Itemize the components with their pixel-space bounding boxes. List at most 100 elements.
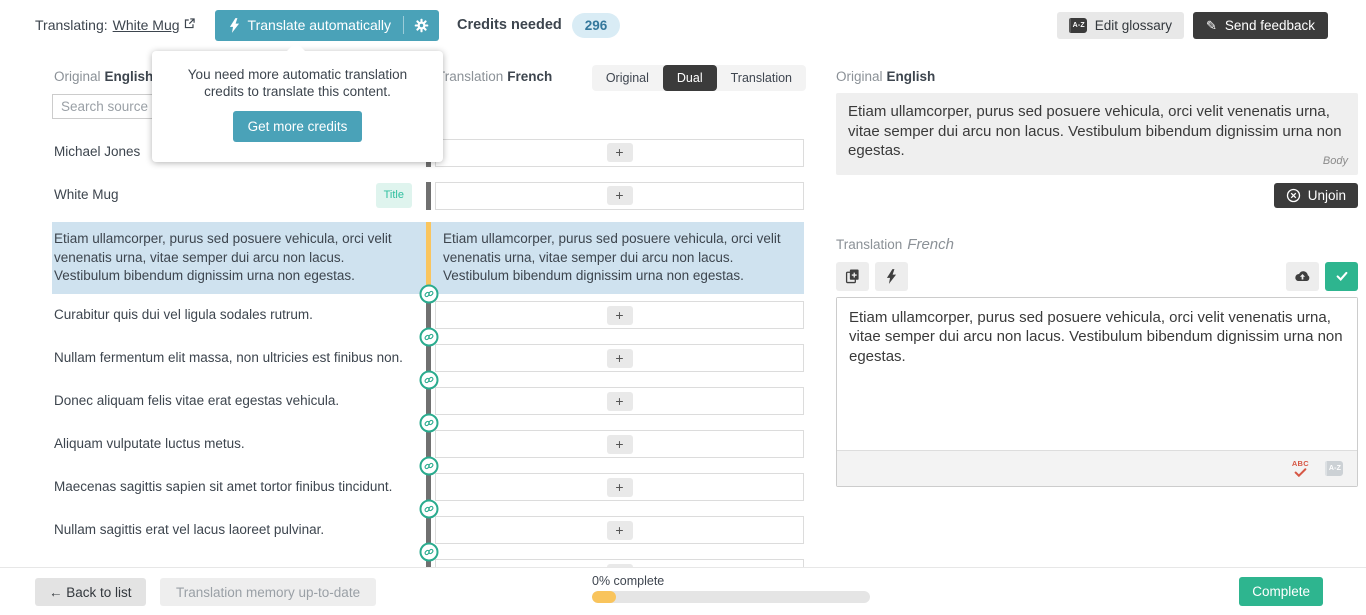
empty-translation-box: +: [435, 387, 804, 415]
link-segments-icon[interactable]: [419, 370, 438, 389]
source-column-header: Original English: [54, 69, 153, 84]
link-segments-icon[interactable]: [419, 413, 438, 432]
original-text: Etiam ullamcorper, purus sed posuere veh…: [848, 103, 1342, 159]
title-badge: Title: [376, 183, 412, 208]
send-feedback-button[interactable]: ✎ Send feedback: [1193, 12, 1328, 39]
check-icon: [1335, 269, 1349, 283]
segment-list: Michael Jones + White Mug Title + Etiam u…: [52, 131, 804, 595]
empty-translation-box: +: [435, 301, 804, 329]
approve-translation-button[interactable]: [1325, 262, 1358, 291]
editor-footer: ABC A-Z: [837, 450, 1357, 486]
translation-language: French: [907, 236, 954, 253]
view-mode-translation[interactable]: Translation: [717, 65, 806, 91]
empty-translation-box: +: [435, 473, 804, 501]
add-translation-button[interactable]: +: [607, 435, 633, 454]
send-feedback-label: Send feedback: [1225, 18, 1315, 33]
translation-memory-status-button: Translation memory up-to-date: [160, 578, 376, 606]
source-text: Curabitur quis dui vel ligula sodales ru…: [54, 306, 313, 325]
empty-translation-box: +: [435, 430, 804, 458]
machine-translate-button[interactable]: [875, 262, 908, 291]
edit-glossary-label: Edit glossary: [1095, 18, 1172, 33]
link-segments-icon[interactable]: [419, 327, 438, 346]
source-language: English: [105, 69, 154, 84]
spellcheck-icon[interactable]: ABC: [1292, 460, 1309, 477]
view-mode-original[interactable]: Original: [592, 65, 663, 91]
unjoin-button[interactable]: Unjoin: [1274, 183, 1358, 208]
target-label: Translation: [437, 69, 503, 84]
translate-automatically-label: Translate automatically: [248, 17, 391, 33]
credits-count-badge: 296: [572, 13, 621, 38]
get-more-credits-button[interactable]: Get more credits: [233, 111, 363, 142]
cloud-upload-icon: [1294, 270, 1311, 283]
translation-textarea[interactable]: Etiam ullamcorper, purus sed posuere veh…: [837, 298, 1357, 450]
original-label: Original: [836, 69, 883, 84]
progress-fill: [592, 591, 616, 603]
link-segments-icon[interactable]: [419, 542, 438, 561]
complete-button[interactable]: Complete: [1239, 577, 1323, 606]
segment-row-selected[interactable]: Etiam ullamcorper, purus sed posuere veh…: [52, 222, 804, 294]
edit-glossary-button[interactable]: A-Z Edit glossary: [1057, 12, 1184, 39]
popover-arrow: [286, 42, 306, 52]
row-divider: [422, 174, 435, 217]
add-translation-button[interactable]: +: [607, 478, 633, 497]
add-translation-button[interactable]: +: [607, 143, 633, 162]
source-label: Original: [54, 69, 101, 84]
glossary-book-icon: A-Z: [1069, 18, 1087, 33]
progress-section: 0% complete: [592, 574, 870, 603]
unjoin-icon: [1286, 188, 1301, 203]
document-link[interactable]: White Mug: [113, 17, 180, 33]
bolt-icon: [229, 18, 240, 33]
original-language: English: [887, 69, 936, 84]
translation-label: Translation: [836, 237, 902, 252]
source-text: Nullam sagittis erat vel lacus laoreet p…: [54, 521, 324, 540]
empty-translation-box: +: [435, 516, 804, 544]
copy-source-button[interactable]: [836, 262, 869, 291]
pencil-icon: ✎: [1206, 19, 1217, 32]
view-mode-toggle: Original Dual Translation: [592, 65, 806, 91]
topbar: Translating: White Mug Translate automat…: [0, 0, 1366, 50]
translate-automatically-button[interactable]: Translate automatically: [215, 10, 439, 41]
popover-message: You need more automatic translation cred…: [170, 66, 425, 100]
empty-translation-box: +: [435, 182, 804, 210]
unjoin-row: Unjoin: [836, 183, 1358, 208]
credits-popover: You need more automatic translation cred…: [152, 51, 443, 162]
view-mode-dual[interactable]: Dual: [663, 65, 717, 91]
translation-editor: Etiam ullamcorper, purus sed posuere veh…: [836, 297, 1358, 487]
source-text: Michael Jones: [54, 143, 140, 162]
add-translation-button[interactable]: +: [607, 186, 633, 205]
target-column-header: Translation French: [437, 69, 552, 84]
bottombar: ← Back to list Translation memory up-to-…: [0, 567, 1366, 615]
credits-needed-label: Credits needed: [457, 17, 562, 33]
link-segments-icon[interactable]: [419, 284, 438, 303]
add-translation-button[interactable]: +: [607, 392, 633, 411]
source-text: Aliquam vulputate luctus metus.: [54, 435, 245, 454]
empty-translation-box: +: [435, 139, 804, 167]
save-to-memory-button[interactable]: [1286, 262, 1319, 291]
source-text: Donec aliquam felis vitae erat egestas v…: [54, 392, 339, 411]
link-segments-icon[interactable]: [419, 456, 438, 475]
translation-editor-app: Translating: White Mug Translate automat…: [0, 0, 1366, 615]
source-text: White Mug: [54, 186, 119, 205]
source-text: Nullam fermentum elit massa, non ultrici…: [54, 349, 403, 368]
glossary-book-icon-disabled: A-Z: [1325, 461, 1343, 476]
external-link-icon[interactable]: [184, 16, 195, 34]
row-divider-active: [422, 222, 435, 294]
translation-text: Etiam ullamcorper, purus sed posuere veh…: [435, 222, 804, 294]
field-type-label: Body: [1323, 152, 1348, 172]
translating-label: Translating:: [35, 17, 108, 33]
gear-icon[interactable]: [414, 18, 429, 33]
add-translation-button[interactable]: +: [607, 521, 633, 540]
empty-translation-box: +: [435, 344, 804, 372]
back-to-list-button[interactable]: ← Back to list: [35, 578, 146, 606]
source-text: Etiam ullamcorper, purus sed posuere veh…: [54, 230, 412, 286]
add-translation-button[interactable]: +: [607, 306, 633, 325]
detail-translation-header: Translation French: [836, 236, 1358, 253]
add-translation-button[interactable]: +: [607, 349, 633, 368]
link-segments-icon[interactable]: [419, 499, 438, 518]
bolt-icon: [886, 269, 897, 284]
source-text: Maecenas sagittis sapien sit amet tortor…: [54, 478, 392, 497]
progress-label: 0% complete: [592, 574, 870, 588]
target-language: French: [507, 69, 552, 84]
unjoin-label: Unjoin: [1308, 188, 1346, 203]
segment-row[interactable]: White Mug Title +: [52, 174, 804, 217]
